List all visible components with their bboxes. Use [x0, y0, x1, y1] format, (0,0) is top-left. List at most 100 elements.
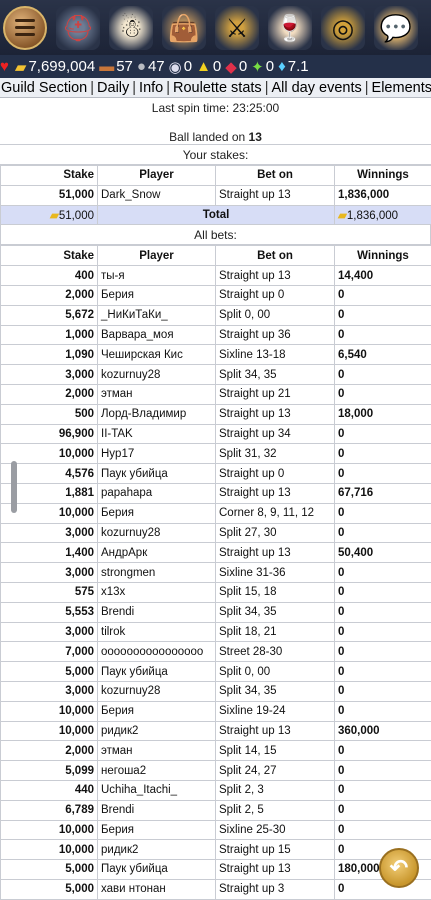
your-stakes-title: Your stakes: [0, 145, 431, 165]
bet-cell: Straight up 13 [215, 482, 335, 504]
section-nav: Guild Section | Daily | Info | Roulette stats |… [0, 78, 431, 98]
player-cell[interactable]: Паук убийца [97, 463, 216, 484]
bag-icon[interactable]: 👜 [162, 5, 206, 50]
winnings-cell: 0 [334, 581, 431, 603]
table-row: 6,789 Brendi Split 2, 50 [0, 799, 431, 821]
resource-heart[interactable]: ♥ [0, 58, 11, 75]
winnings-cell: 0 [334, 562, 431, 583]
resource-gold[interactable]: ▰ 7,699,004 [15, 58, 95, 76]
scrollbar-handle[interactable] [11, 461, 17, 513]
player-cell[interactable]: _НиКиТаКи_ [97, 304, 216, 326]
resource-ruby[interactable]: ◆ 0 [225, 58, 247, 76]
player-cell[interactable]: Паук убийца [97, 859, 216, 880]
snowman-icon[interactable]: ☃ [109, 5, 153, 50]
resource-iron[interactable]: ◉ 0 [169, 58, 192, 76]
diamond-value: 7.1 [287, 58, 309, 75]
resource-diamond[interactable]: ♦ 7.1 [278, 58, 309, 75]
winnings-cell: 0 [334, 740, 431, 762]
player-cell[interactable]: Uchiha_Itachi_ [97, 779, 216, 801]
nav-all-day-events[interactable]: All day events [271, 80, 361, 96]
player-cell[interactable]: ридик2 [97, 720, 216, 742]
player-cell[interactable]: kozurnuy28 [97, 364, 216, 385]
player-cell[interactable]: Берия [97, 700, 216, 722]
player-cell[interactable]: Brendi [97, 601, 216, 623]
player-cell[interactable]: oooooooooooooooo [97, 641, 216, 663]
stake-cell: 2,000 [0, 740, 98, 762]
stake-cell: 3,000 [0, 562, 98, 583]
nav-roulette-stats[interactable]: Roulette stats [173, 80, 262, 96]
stake-cell: 2,000 [0, 284, 98, 306]
table-row: 1,090 Чеширская Кис Sixline 13-18 6,540 [0, 344, 431, 366]
wine-glass-icon[interactable]: 🍷 [268, 5, 312, 50]
player-cell[interactable]: x13x [97, 581, 216, 603]
total-winnings-cell: ▰1,836,000 [334, 204, 431, 226]
nav-guild-section[interactable]: Guild Section [1, 80, 87, 96]
player-cell[interactable]: kozurnuy28 [97, 522, 216, 544]
all-bets-body: 400 ты-я Straight up 13 14,400 2,000 Берия Str… [0, 265, 431, 900]
player-cell[interactable]: Берия [97, 819, 216, 841]
player-cell[interactable]: Берия [97, 502, 216, 524]
stake-cell: 2,000 [0, 383, 98, 405]
table-row: 4,576 Паук убийца Straight up 00 [0, 463, 431, 484]
menu-icon[interactable] [3, 5, 47, 50]
player-cell[interactable]: paрahapa [97, 482, 216, 504]
winnings-cell: 0 [334, 760, 431, 781]
player-cell[interactable]: Dark_Snow [97, 184, 216, 206]
resource-sulfur[interactable]: ▲ 0 [196, 58, 221, 75]
player-cell[interactable]: Чеширская Кис [97, 344, 216, 366]
table-row: 3,000 tilrok Split 18, 21 0 [0, 621, 431, 643]
roulette-icon[interactable]: ◎ [321, 5, 365, 50]
bet-cell: Straight up 13 [215, 265, 335, 286]
resource-stone[interactable]: ● 47 [137, 58, 165, 75]
player-cell[interactable]: хави нтонан [97, 878, 216, 900]
nav-separator: | [364, 80, 369, 96]
nav-elements[interactable]: Elements ca [372, 80, 431, 96]
resource-gems[interactable]: ✦ 0 [251, 58, 274, 76]
player-cell[interactable]: II-TAK [97, 423, 216, 445]
player-cell[interactable]: негоша2 [97, 760, 216, 781]
player-cell[interactable]: Варвара_моя [97, 324, 216, 346]
ball-result: Ball landed on 13 [0, 118, 431, 145]
bet-cell: Split 34, 35 [215, 364, 335, 385]
player-cell[interactable]: ты-я [97, 265, 216, 286]
nav-daily[interactable]: Daily [97, 80, 129, 96]
table-row: 3,000 kozurnuy28 Split 27, 30 0 [0, 522, 431, 544]
table-row: 3,000 strongmen Sixline 31-36 0 [0, 562, 431, 583]
player-cell[interactable]: tilrok [97, 621, 216, 643]
player-cell[interactable]: этман [97, 740, 216, 762]
bet-cell: Straight up 21 [215, 383, 335, 405]
bet-cell: Straight up 13 [215, 720, 335, 742]
resource-wood[interactable]: ▬ 57 [99, 58, 133, 75]
nav-info[interactable]: Info [139, 80, 163, 96]
player-cell[interactable]: kozurnuy28 [97, 680, 216, 702]
wood-icon: ▬ [99, 58, 115, 75]
player-cell[interactable]: strongmen [97, 562, 216, 583]
winnings-cell: 0 [334, 700, 431, 722]
player-cell[interactable]: Паук убийца [97, 661, 216, 682]
chat-icon[interactable]: 💬 [374, 5, 418, 50]
helmet-icon[interactable]: ⛑ [56, 5, 100, 50]
back-button[interactable]: ↶ [379, 848, 419, 888]
bet-cell: Sixline 13-18 [215, 344, 335, 366]
bet-cell: Split 0, 00 [215, 304, 335, 326]
stone-value: 47 [147, 58, 165, 75]
player-cell[interactable]: этман [97, 383, 216, 405]
bet-cell: Split 27, 30 [215, 522, 335, 544]
bet-on-header: Bet on [215, 245, 335, 267]
swords-icon[interactable]: ⚔ [215, 5, 259, 50]
table-row: 10,000 Берия Sixline 25-30 0 [0, 819, 431, 841]
player-cell[interactable]: Hyp17 [97, 443, 216, 465]
player-cell[interactable]: Brendi [97, 799, 216, 821]
winnings-cell: 0 [334, 819, 431, 841]
ball-number: 13 [248, 130, 262, 144]
table-header-row: Stake Player Bet on Winnings [0, 165, 431, 186]
stake-cell: 5,000 [0, 859, 98, 880]
player-cell[interactable]: Берия [97, 284, 216, 306]
player-cell[interactable]: ридик2 [97, 839, 216, 861]
stake-cell: 5,099 [0, 760, 98, 781]
winnings-cell: 360,000 [334, 720, 431, 742]
player-cell[interactable]: АндрАрк [97, 542, 216, 564]
stake-cell: 3,000 [0, 621, 98, 643]
bet-cell: Split 2, 3 [215, 779, 335, 801]
player-cell[interactable]: Лорд-Владимир [97, 403, 216, 425]
